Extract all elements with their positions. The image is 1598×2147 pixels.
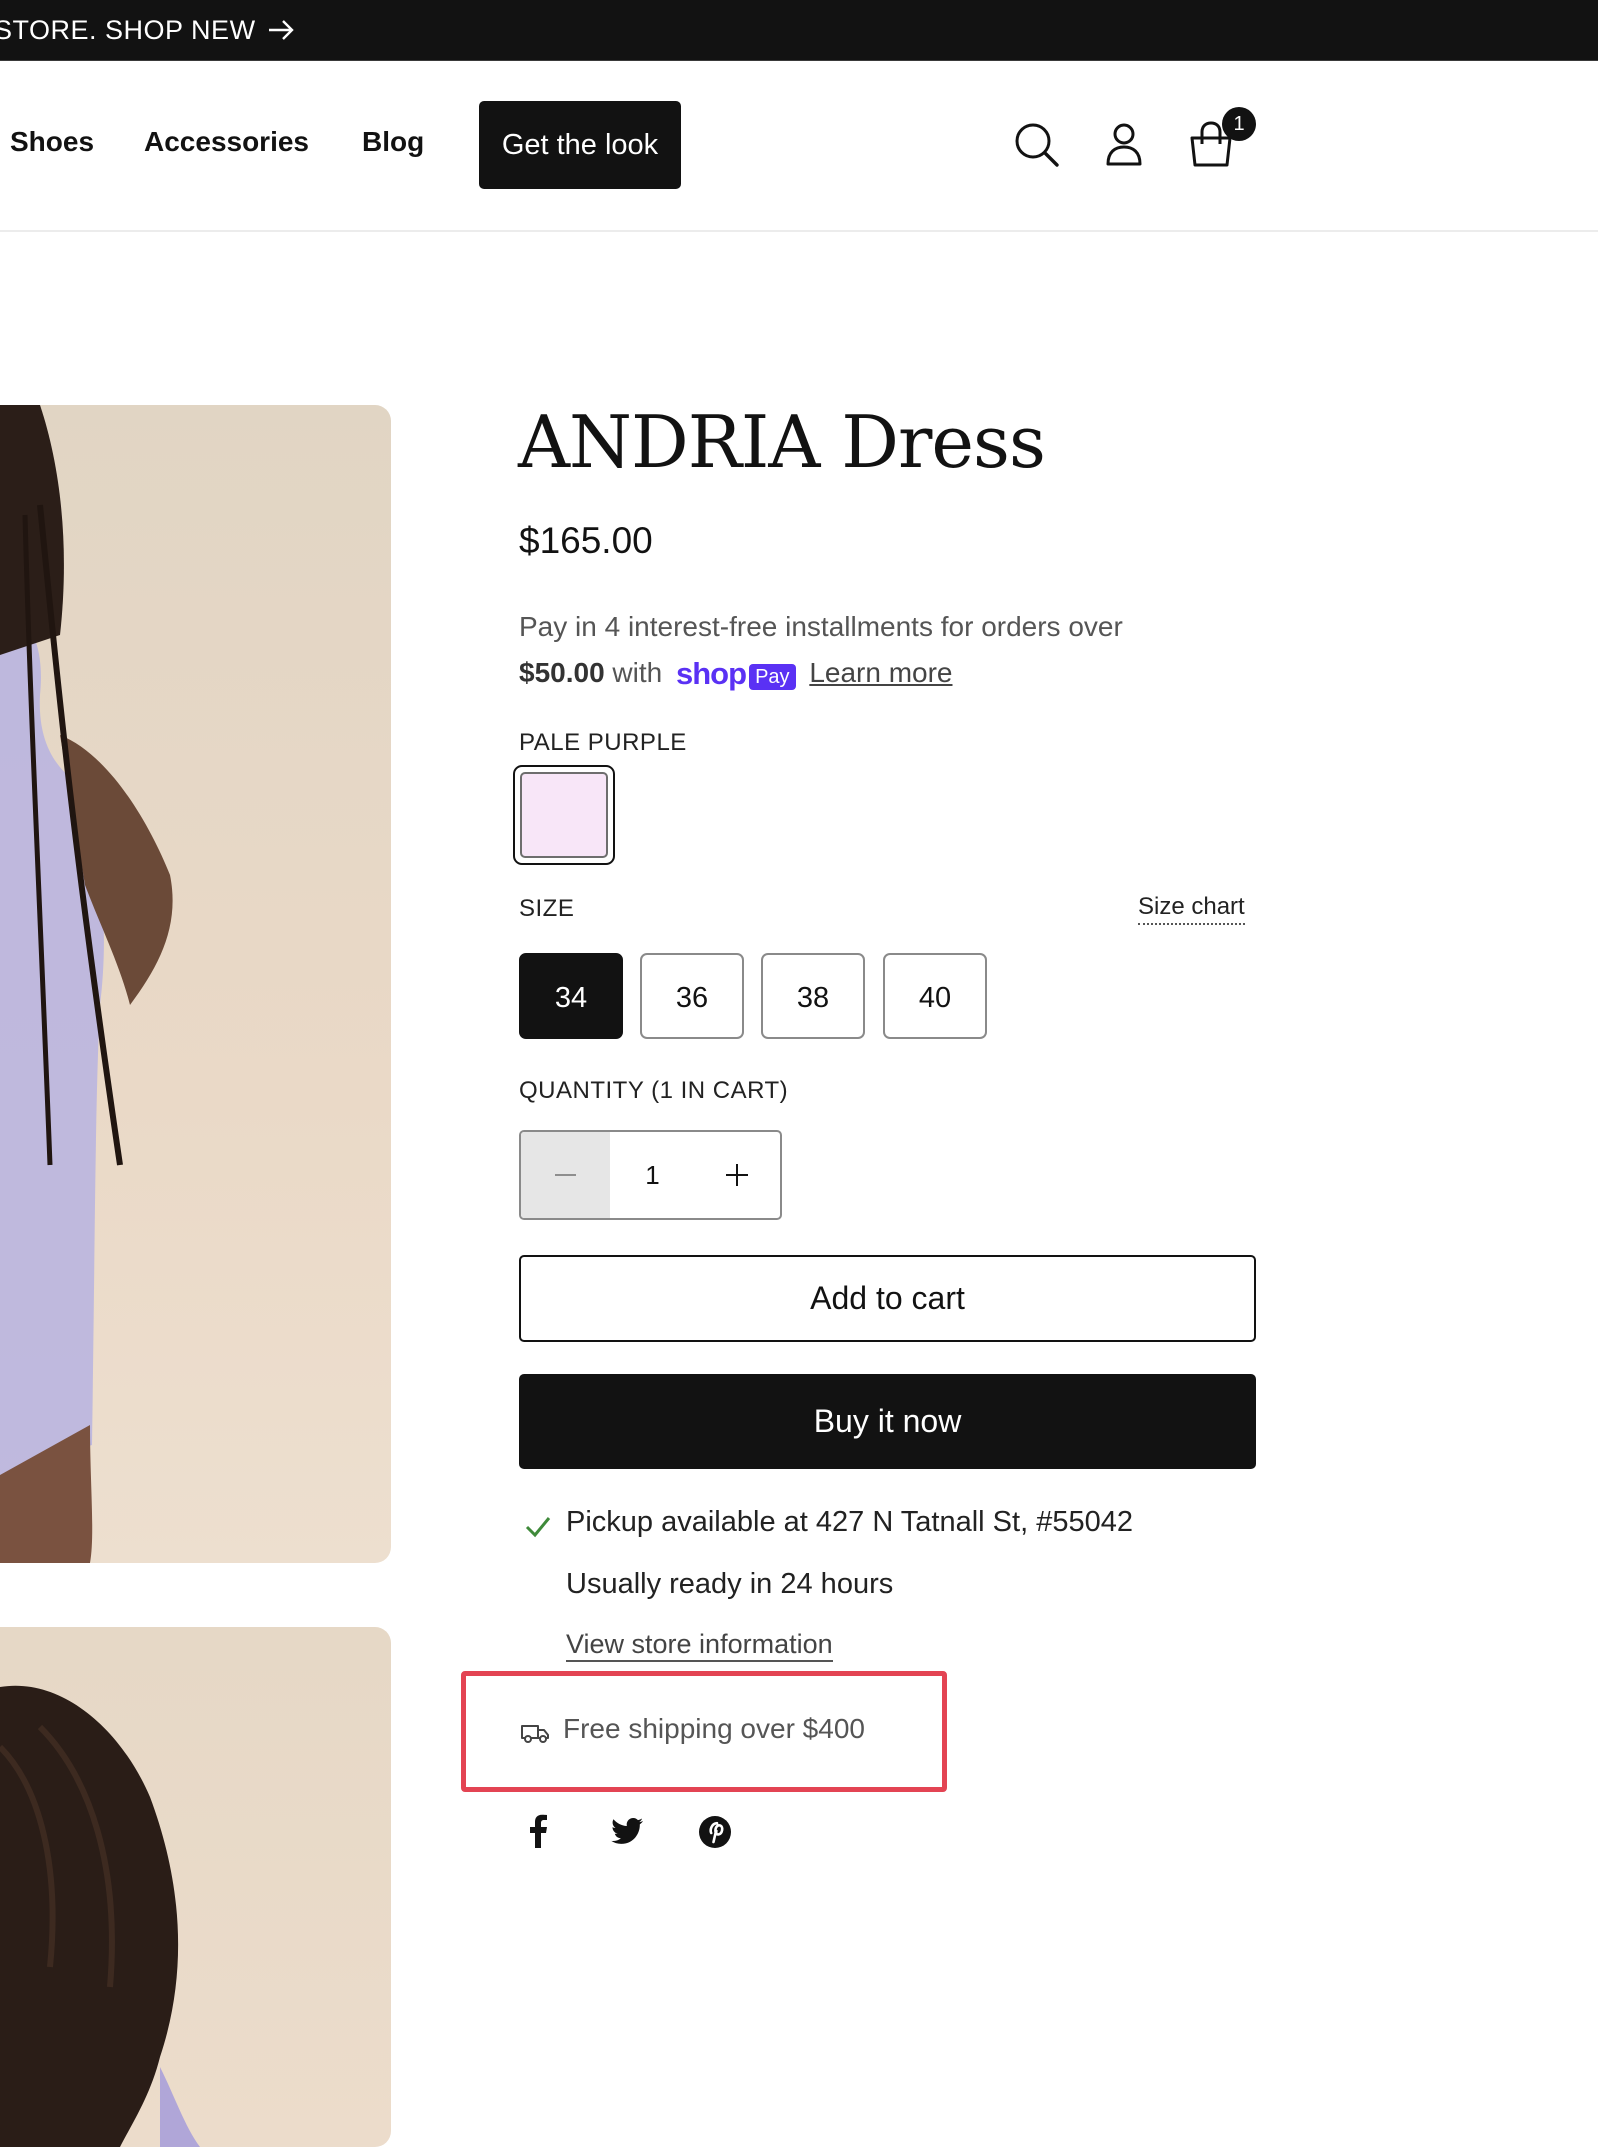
installments-with: with: [612, 657, 663, 688]
facebook-icon[interactable]: [519, 1812, 559, 1852]
add-to-cart-button[interactable]: Add to cart: [519, 1255, 1256, 1342]
product-title: ANDRIA Dress: [518, 400, 1046, 484]
view-store-info-link[interactable]: View store information: [566, 1629, 833, 1662]
shop-pay-wordmark: shop: [676, 656, 747, 692]
quantity-label: QUANTITY (1 IN CART): [519, 1077, 789, 1104]
size-label: SIZE: [519, 895, 575, 922]
quantity-stepper: 1: [519, 1130, 782, 1220]
site-header: Shoes Accessories Blog Get the look 1: [0, 60, 1598, 232]
size-option-40[interactable]: 40: [883, 953, 987, 1039]
nav-shoes[interactable]: Shoes: [10, 126, 94, 158]
cart-count-badge: 1: [1222, 107, 1256, 141]
free-shipping-text: Free shipping over $400: [563, 1713, 865, 1744]
learn-more-link[interactable]: Learn more: [809, 657, 952, 688]
shop-pay-logo: shop Pay: [676, 651, 796, 698]
get-the-look-button[interactable]: Get the look: [479, 101, 681, 189]
size-chart-link[interactable]: Size chart: [1138, 893, 1245, 925]
quantity-decrease-button[interactable]: [521, 1132, 610, 1218]
product-price: $165.00: [519, 520, 653, 561]
nav-accessories[interactable]: Accessories: [144, 126, 309, 158]
product-image-main[interactable]: [0, 405, 391, 1563]
model-illustration-2: [0, 1685, 200, 2147]
color-swatch-pale-purple[interactable]: [513, 765, 615, 865]
buy-it-now-button[interactable]: Buy it now: [519, 1374, 1256, 1469]
installments-text: Pay in 4 interest-free installments for …: [519, 611, 1123, 642]
shop-pay-badge: Pay: [749, 663, 796, 690]
size-option-38[interactable]: 38: [761, 953, 865, 1039]
pickup-availability: Pickup available at 427 N Tatnall St, #5…: [566, 1506, 1133, 1538]
truck-icon: [521, 1725, 549, 1743]
color-label: PALE PURPLE: [519, 729, 687, 756]
size-option-36[interactable]: 36: [640, 953, 744, 1039]
size-option-34[interactable]: 34: [519, 953, 623, 1039]
model-illustration: [0, 405, 173, 1563]
check-icon: [525, 1517, 551, 1538]
installments-amount: $50.00: [519, 657, 605, 688]
quantity-increase-button[interactable]: [695, 1132, 780, 1218]
announcement-bar[interactable]: STORE. SHOP NEW: [0, 0, 1598, 61]
quantity-input[interactable]: 1: [610, 1132, 695, 1218]
installments-message: Pay in 4 interest-free installments for …: [519, 604, 1239, 698]
swatch-fill: [520, 772, 608, 858]
account-icon[interactable]: [1099, 120, 1149, 170]
arrow-right-icon[interactable]: [266, 16, 296, 44]
pickup-ready-time: Usually ready in 24 hours: [566, 1568, 894, 1600]
search-icon[interactable]: [1012, 120, 1062, 170]
announcement-text[interactable]: STORE. SHOP NEW: [0, 15, 256, 46]
product-image-secondary[interactable]: [0, 1627, 391, 2147]
nav-blog[interactable]: Blog: [362, 126, 424, 158]
twitter-icon[interactable]: [607, 1812, 647, 1852]
pinterest-icon[interactable]: [695, 1812, 735, 1852]
